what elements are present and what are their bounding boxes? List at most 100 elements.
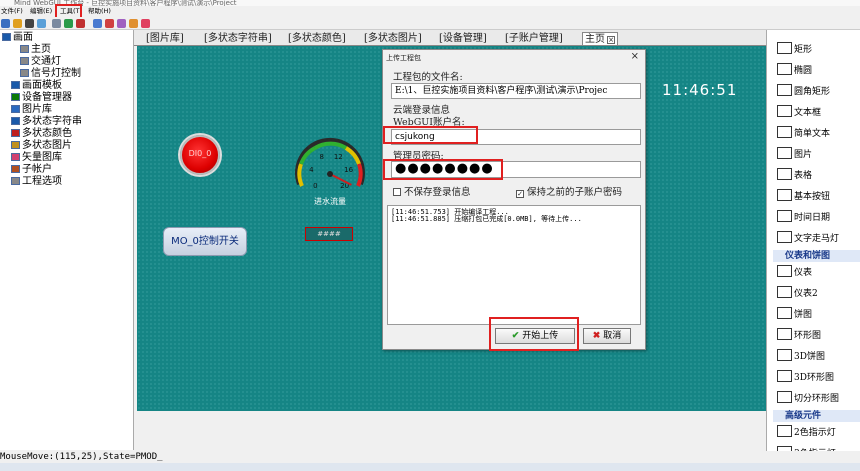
menu-file[interactable]: 文件(F) [1, 6, 23, 17]
paste-icon[interactable] [76, 19, 85, 28]
palette-item-label: 饼图 [794, 310, 813, 320]
menu-help[interactable]: 帮助(H) [88, 6, 111, 17]
palette-item[interactable]: 3D环形图 [777, 370, 834, 385]
palette-item[interactable]: 简单文本 [777, 126, 830, 141]
dialog-title: 上传工程包 [386, 54, 421, 62]
tree-item[interactable]: 多状态字符串 [11, 116, 82, 128]
gauge-band-red [356, 163, 363, 187]
brush-icon[interactable] [129, 19, 138, 28]
tab-multi-state-image[interactable]: [多状态图片] [364, 32, 422, 45]
tree-item[interactable]: 画面模板 [11, 80, 62, 92]
palette-item[interactable]: 椭圆 [777, 63, 812, 78]
upload-icon[interactable] [117, 19, 126, 28]
palette-item[interactable]: 环形图 [777, 328, 821, 343]
gauge-tick-label: 16 [344, 166, 353, 174]
tree-item[interactable]: 子帐户 [11, 164, 52, 176]
tab-device-manager[interactable]: [设备管理] [439, 32, 487, 45]
tree-item[interactable]: 设备管理器 [11, 92, 72, 104]
gauge-band-green-low [299, 146, 317, 165]
palette-item[interactable]: 时间日期 [777, 210, 830, 225]
palette-item-label: 表格 [794, 171, 813, 181]
new-icon[interactable] [1, 19, 10, 28]
control-switch-button[interactable]: MO_0控制开关 [163, 227, 247, 256]
menu-edit[interactable]: 编辑(E) [30, 6, 52, 17]
save-icon[interactable] [25, 19, 34, 28]
tree-item[interactable]: 图片库 [11, 104, 52, 116]
tree-item[interactable]: 多状态图片 [11, 140, 72, 152]
delete-icon[interactable] [105, 19, 114, 28]
pie-icon [777, 307, 792, 319]
tree-item-label: 交通灯 [31, 56, 61, 67]
palette-item[interactable]: 饼图 [777, 307, 812, 322]
marquee-icon [777, 231, 792, 243]
copy-icon[interactable] [64, 19, 73, 28]
meter-icon [777, 265, 792, 277]
tab-image-library[interactable]: [图片库] [146, 32, 184, 45]
palette-item[interactable]: 圆角矩形 [777, 84, 830, 99]
tree-item[interactable]: 主页 [20, 44, 51, 56]
close-icon[interactable]: × [607, 36, 615, 44]
palette-item[interactable]: 3D饼图 [777, 349, 825, 364]
tree-item[interactable]: 工程选项 [11, 176, 62, 188]
print-icon[interactable] [37, 19, 46, 28]
keep-sub-option[interactable]: ✓ 保持之前的子账户密码 [516, 184, 622, 198]
palette-item[interactable]: 切分环形图 [777, 391, 839, 406]
indicator-lamp[interactable]: DI0_0 [180, 135, 220, 175]
highlight-password [383, 159, 503, 180]
tree-node-icon [20, 57, 29, 65]
cancel-button[interactable]: ✖ 取消 [583, 328, 631, 344]
tab-multi-state-color[interactable]: [多状态颜色] [288, 32, 346, 45]
taskbar [0, 463, 860, 471]
numeric-display[interactable]: #### [305, 227, 353, 241]
palette-item[interactable]: 仪表2 [777, 286, 818, 301]
palette-category[interactable]: 仪表和饼图 [773, 250, 860, 262]
tree-item[interactable]: 交通灯 [20, 56, 61, 68]
textbox-icon [777, 105, 792, 117]
upload-dialog: 上传工程包 × 工程包的文件名: E:\1、巨控实施项目资料\客户程序\测试\演… [382, 49, 646, 351]
palette-item-label: 矩形 [794, 45, 813, 55]
tab-bar: [图片库] [多状态字符串] [多状态颜色] [多状态图片] [设备管理] [子… [134, 30, 820, 46]
lamp2-icon [777, 425, 792, 437]
file-name-field[interactable]: E:\1、巨控实施项目资料\客户程序\测试\演示\Projec [391, 83, 641, 99]
undo-icon[interactable] [93, 19, 102, 28]
tree-node-icon [11, 81, 20, 89]
menu-bar: 文件(F) 编辑(E) 工具(T) 帮助(H) [0, 6, 860, 17]
palette-item[interactable]: 文本框 [777, 105, 821, 120]
no-save-label: 不保存登录信息 [404, 187, 471, 198]
tree-node-icon [20, 45, 29, 53]
tree-item-label: 多状态图片 [22, 140, 72, 151]
no-save-option[interactable]: 不保存登录信息 [393, 184, 471, 198]
tree-item[interactable]: 多状态颜色 [11, 128, 72, 140]
tree-node-icon [11, 153, 20, 161]
palette-item-label: 环形图 [794, 331, 822, 341]
palette-item[interactable]: 基本按钮 [777, 189, 830, 204]
ellipse-icon [777, 63, 792, 75]
close-icon[interactable]: × [631, 51, 639, 62]
tab-multi-state-string[interactable]: [多状态字符串] [204, 32, 272, 45]
flow-gauge[interactable]: 048 121620 进水流量 [290, 134, 370, 208]
palette-item[interactable]: 2色指示灯 [777, 425, 836, 440]
open-icon[interactable] [13, 19, 22, 28]
tree-item[interactable]: 画面 [2, 32, 33, 44]
tree-item[interactable]: 矢量图库 [11, 152, 62, 164]
table-icon [777, 168, 792, 180]
cut-icon[interactable] [52, 19, 61, 28]
palette-item[interactable]: 表格 [777, 168, 812, 183]
upload-log: [11:46:51.753] 开始编译工程... [11:46:51.885] … [387, 205, 641, 325]
tab-home[interactable]: 主页 × [582, 32, 618, 45]
meter2-icon [777, 286, 792, 298]
palette-item[interactable]: 矩形 [777, 42, 812, 57]
clock-display[interactable]: 11:46:51 [662, 81, 737, 99]
split-ring-icon [777, 391, 792, 403]
keep-sub-checkbox[interactable]: ✓ [516, 190, 524, 198]
tree-item[interactable]: 信号灯控制 [20, 68, 81, 80]
no-save-checkbox[interactable] [393, 188, 401, 196]
palette-item[interactable]: 文字走马灯 [777, 231, 839, 246]
palette-item[interactable]: 仪表 [777, 265, 812, 280]
tab-sub-account[interactable]: [子账户管理] [505, 32, 563, 45]
tool-icon[interactable] [141, 19, 150, 28]
palette-category[interactable]: 高级元件 [773, 410, 860, 422]
button-icon [777, 189, 792, 201]
palette-item[interactable]: 图片 [777, 147, 812, 162]
tab-home-label: 主页 [585, 34, 605, 45]
